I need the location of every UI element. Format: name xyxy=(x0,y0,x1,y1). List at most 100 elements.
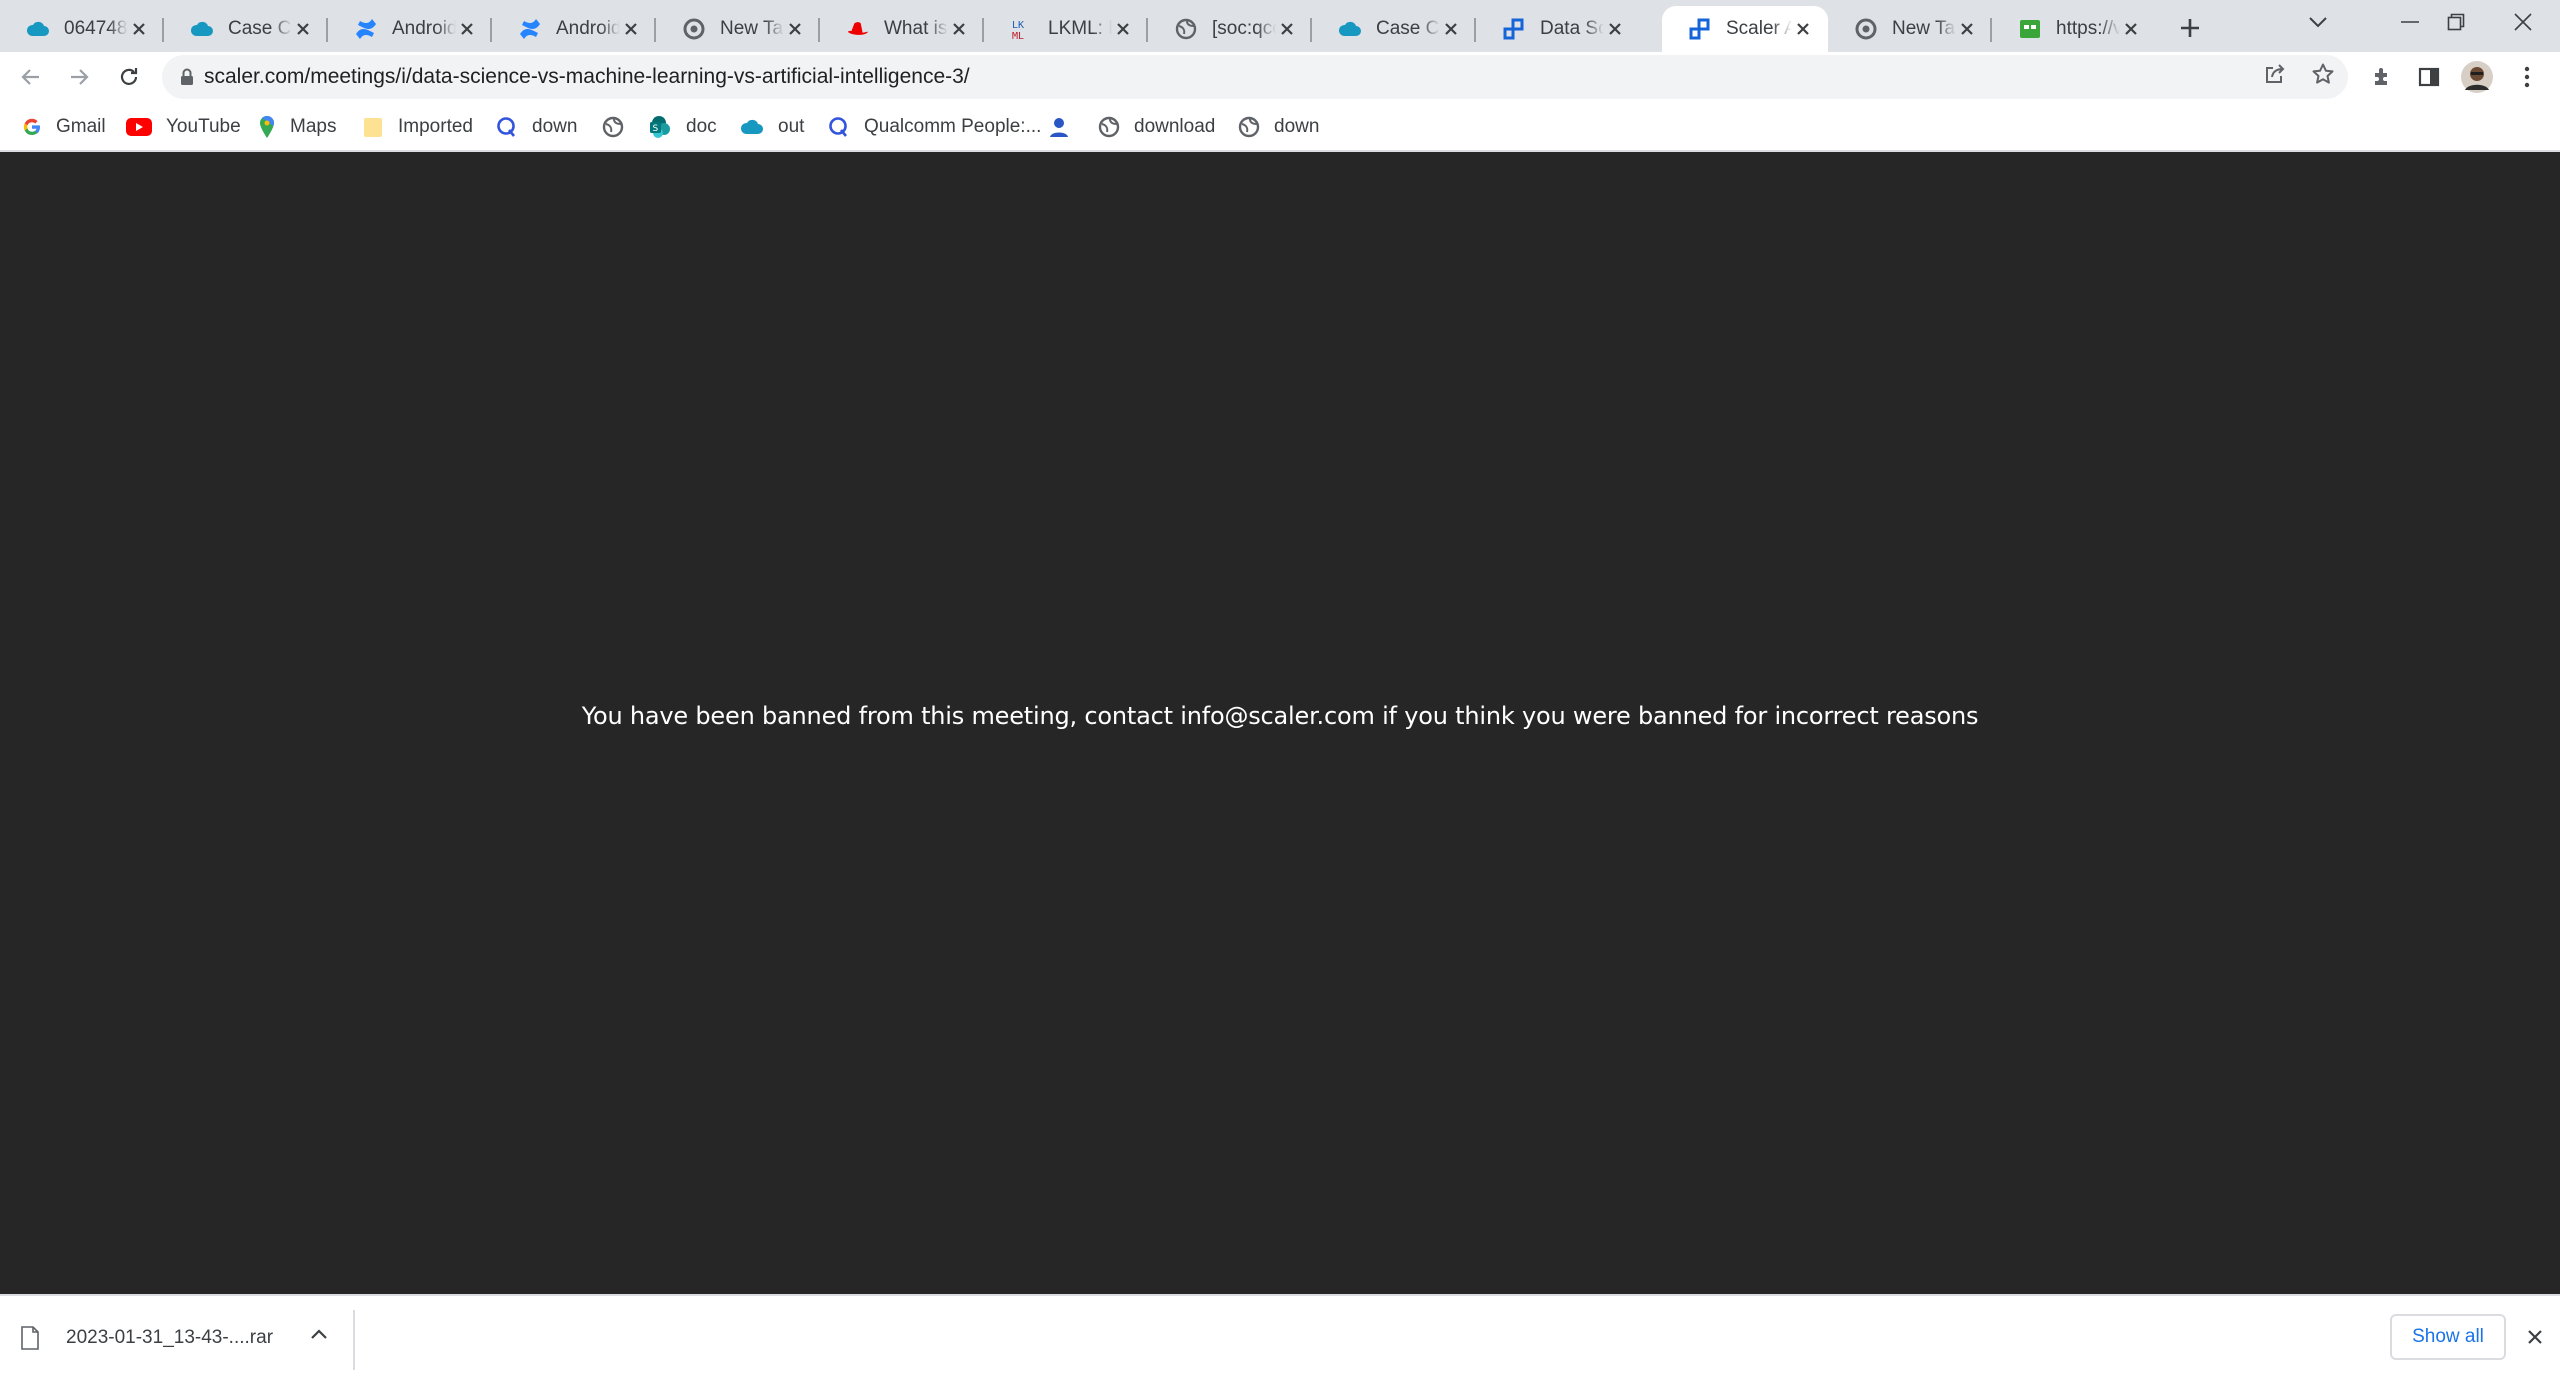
close-icon[interactable] xyxy=(1956,18,1978,40)
bookmark-star-button[interactable] xyxy=(2304,55,2342,93)
salesforce-cloud-icon xyxy=(26,17,50,41)
share-icon xyxy=(2266,64,2285,83)
qualcomm-q-icon xyxy=(829,117,847,137)
extensions-button[interactable] xyxy=(2364,58,2402,96)
bookmark-label: doc xyxy=(686,116,717,137)
bookmark-doc[interactable]: S doc xyxy=(648,112,717,142)
folder-icon xyxy=(364,118,382,137)
bookmark-gmail[interactable]: Gmail xyxy=(22,112,106,142)
close-icon[interactable] xyxy=(292,18,314,40)
tab-title: 0647487 xyxy=(64,18,128,39)
tab[interactable]: What is xyxy=(820,6,984,52)
scaler-icon xyxy=(1502,17,1526,41)
new-tab-button[interactable] xyxy=(2172,10,2208,46)
bookmark-youtube[interactable]: YouTube xyxy=(126,112,241,142)
close-icon xyxy=(2514,13,2532,31)
close-icon[interactable] xyxy=(1604,18,1626,40)
scaler-icon xyxy=(1688,17,1712,41)
tab-title: New Tab xyxy=(720,18,784,39)
close-icon[interactable] xyxy=(1112,18,1134,40)
bookmark-down-2[interactable]: down xyxy=(1238,112,1319,142)
side-panel-button[interactable] xyxy=(2410,58,2448,96)
maps-pin-icon xyxy=(260,115,274,138)
tab[interactable]: Case Co xyxy=(164,6,328,52)
tab-title: Scaler A xyxy=(1726,18,1792,39)
tab-title: Android xyxy=(392,18,456,39)
tab[interactable]: New Tab xyxy=(1828,6,1992,52)
close-icon[interactable] xyxy=(620,18,642,40)
tab-title: Data Sci xyxy=(1540,18,1604,39)
tab-title: New Tab xyxy=(1892,18,1956,39)
page-content: You have been banned from this meeting, … xyxy=(0,154,2560,1294)
salesforce-cloud-icon xyxy=(1338,17,1362,41)
bookmark-label: Imported xyxy=(398,116,473,137)
profile-avatar[interactable] xyxy=(2458,58,2496,96)
bookmark-label: down xyxy=(1274,116,1320,137)
restore-button[interactable] xyxy=(2416,0,2496,44)
bookmark-imported-folder[interactable]: Imported xyxy=(362,112,473,142)
tab[interactable]: Data Sci xyxy=(1476,6,1640,52)
bookmark-out[interactable]: out xyxy=(740,112,804,142)
bookmark-qualcomm-people[interactable]: Qualcomm People:... xyxy=(828,112,1041,142)
arrow-left-icon xyxy=(21,69,39,85)
globe-icon xyxy=(602,116,624,138)
reload-button[interactable] xyxy=(110,58,148,96)
close-icon[interactable] xyxy=(2120,18,2142,40)
close-icon[interactable] xyxy=(784,18,806,40)
tab-title: What is xyxy=(884,18,948,39)
tab-title: Case Co xyxy=(228,18,292,39)
tab-active[interactable]: Scaler A xyxy=(1662,6,1828,52)
bookmarks-bar: Gmail YouTube Maps Imported down S doc o… xyxy=(0,102,2560,152)
tab[interactable]: Case Co xyxy=(1312,6,1476,52)
close-icon[interactable] xyxy=(1792,18,1814,40)
close-window-button[interactable] xyxy=(2486,0,2560,44)
tab[interactable]: [soc:qco xyxy=(1148,6,1312,52)
reload-icon xyxy=(120,68,138,85)
tab[interactable]: Android xyxy=(492,6,656,52)
share-button[interactable] xyxy=(2256,55,2294,93)
tab[interactable]: https://v xyxy=(1992,6,2156,52)
avatar-icon xyxy=(2461,61,2493,93)
close-icon[interactable] xyxy=(128,18,150,40)
shelf-divider xyxy=(353,1310,355,1370)
google-g-icon xyxy=(23,118,40,136)
tab[interactable]: 0647487 xyxy=(0,6,164,52)
show-all-button[interactable]: Show all xyxy=(2390,1314,2506,1360)
menu-button[interactable] xyxy=(2508,58,2546,96)
tab[interactable]: Android xyxy=(328,6,492,52)
youtube-icon xyxy=(126,118,152,136)
side-panel-icon xyxy=(2418,67,2440,87)
bookmark-person[interactable] xyxy=(1048,112,1084,142)
lock-icon[interactable] xyxy=(180,68,194,86)
tab-title: https://v xyxy=(2056,18,2120,39)
close-icon[interactable] xyxy=(1440,18,1462,40)
download-item[interactable]: 2023-01-31_13-43-....rar xyxy=(20,1296,354,1380)
tab[interactable]: New Tab xyxy=(656,6,820,52)
tab-search-button[interactable] xyxy=(2300,4,2336,40)
back-button[interactable] xyxy=(12,58,50,96)
bookmark-down[interactable]: down xyxy=(496,112,577,142)
person-icon xyxy=(1050,118,1068,137)
restore-icon xyxy=(2447,13,2465,31)
close-icon[interactable] xyxy=(456,18,478,40)
close-icon[interactable] xyxy=(948,18,970,40)
bookmark-maps[interactable]: Maps xyxy=(258,112,336,142)
bookmark-download[interactable]: download xyxy=(1098,112,1215,142)
forward-button[interactable] xyxy=(60,58,98,96)
tab-title: Android xyxy=(556,18,620,39)
globe-icon xyxy=(1098,116,1120,138)
chevron-up-icon[interactable] xyxy=(310,1328,328,1340)
bookmark-globe[interactable] xyxy=(602,112,638,142)
tab[interactable]: LKML LKML: Bj xyxy=(984,6,1148,52)
browser-toolbar: scaler.com/meetings/i/data-science-vs-ma… xyxy=(0,52,2560,102)
bookmark-label: down xyxy=(532,116,578,137)
kebab-menu-icon xyxy=(2524,66,2530,88)
svg-text:S: S xyxy=(653,124,659,134)
redhat-icon xyxy=(846,17,870,41)
url-text[interactable]: scaler.com/meetings/i/data-science-vs-ma… xyxy=(204,65,970,89)
confluence-icon xyxy=(354,17,378,41)
close-shelf-button[interactable] xyxy=(2518,1320,2552,1354)
address-bar[interactable]: scaler.com/meetings/i/data-science-vs-ma… xyxy=(162,55,2348,99)
close-icon[interactable] xyxy=(1276,18,1298,40)
arrow-right-icon xyxy=(71,69,89,85)
